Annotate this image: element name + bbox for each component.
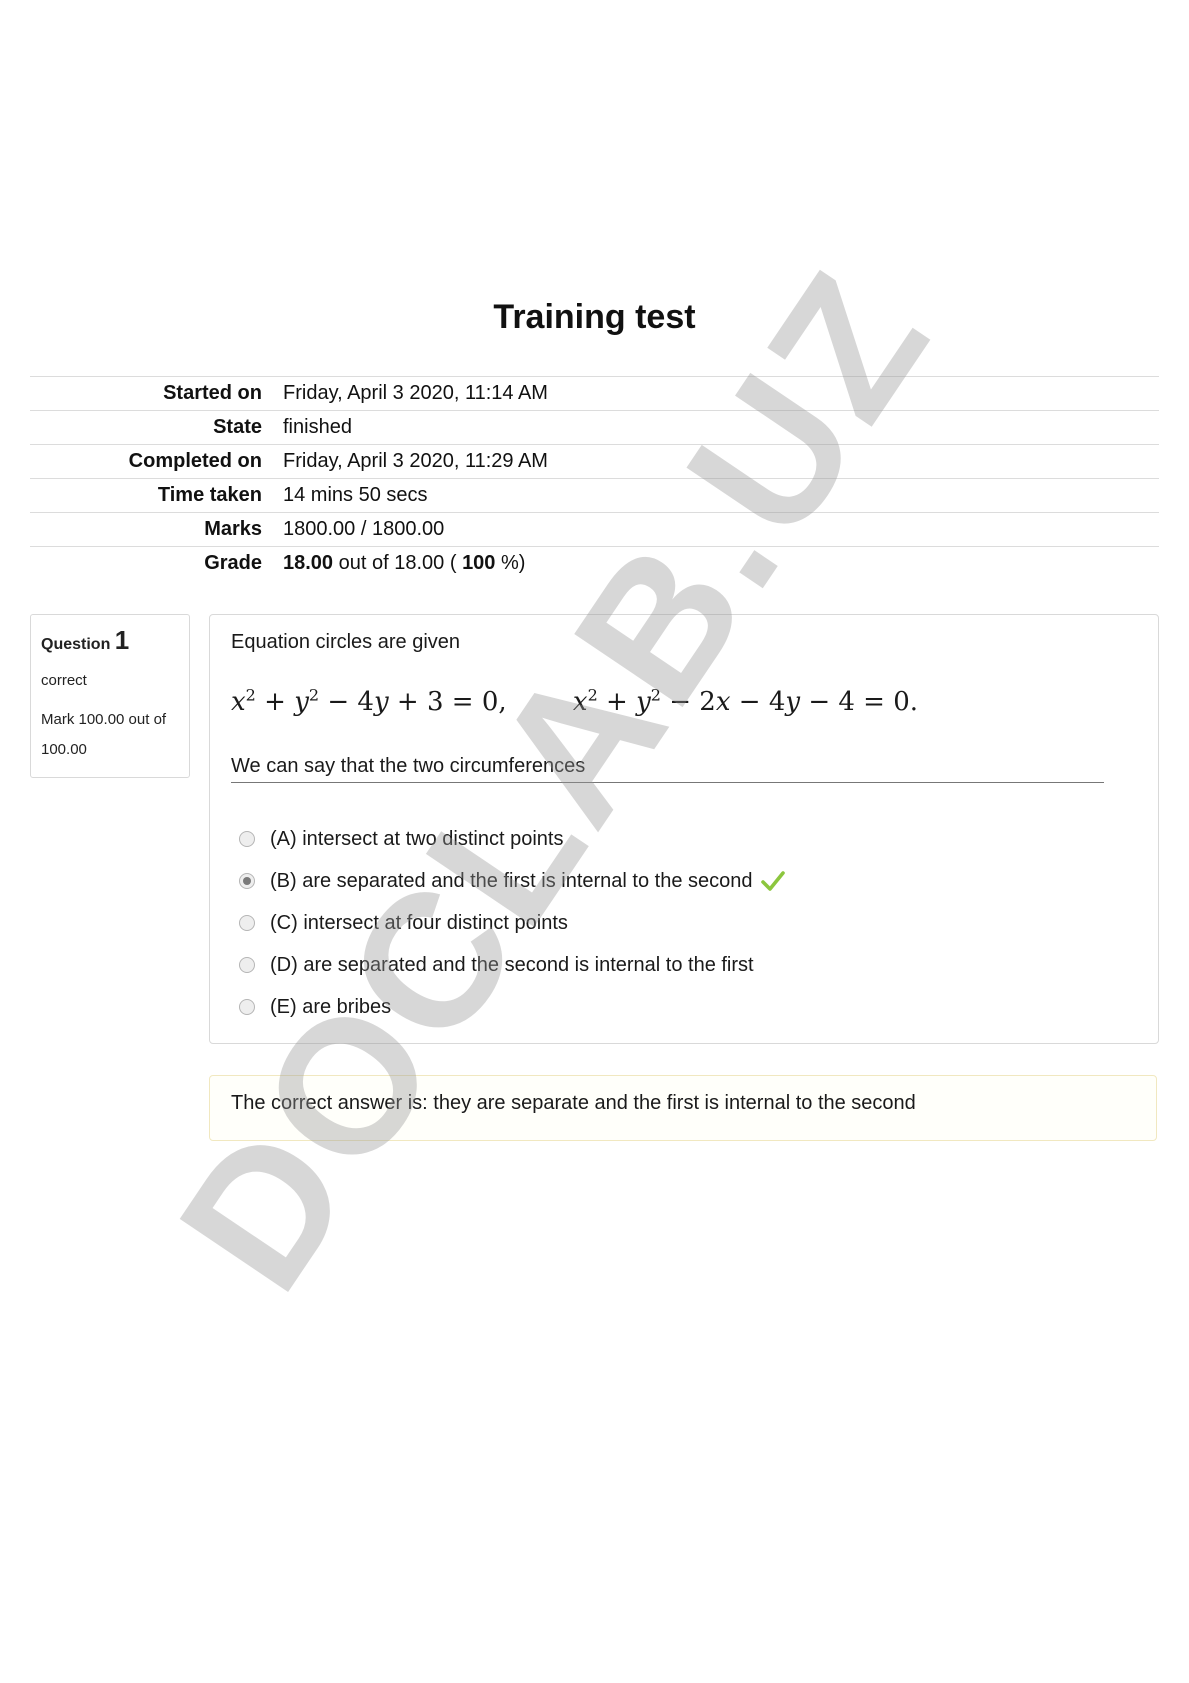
check-icon [760,870,785,892]
summary-row-time-taken: Time taken 14 mins 50 secs [30,478,1159,513]
summary-row-started: Started on Friday, April 3 2020, 11:14 A… [30,376,1159,411]
grade-value: 18.00 out of 18.00 ( 100 %) [283,547,1159,581]
question-number-value: 1 [114,625,130,655]
summary-label: Completed on [128,450,262,472]
summary-value: Friday, April 3 2020, 11:14 AM [283,382,548,404]
answer-label: (A) intersect at two distinct points [270,827,564,850]
answer-label: (D) are separated and the second is inte… [270,953,754,976]
summary-label: State [213,416,262,438]
summary-label: Marks [204,518,262,540]
equation-first-circle: x2 + y2 − 4y + 3 = 0, [231,685,507,717]
question-state: correct [41,672,87,689]
attempt-summary-table: Started on Friday, April 3 2020, 11:14 A… [30,376,1159,580]
summary-row-state: State finished [30,410,1159,445]
question-content-panel: Equation circles are given x2 + y2 − 4y … [209,614,1159,1044]
equation-second-circle: x2 + y2 − 2x − 4y − 4 = 0. [572,685,919,717]
question-subtext: We can say that the two circumferences [231,755,1104,783]
summary-row-marks: Marks 1800.00 / 1800.00 [30,512,1159,547]
answer-label: (E) are bribes [270,995,392,1018]
equation-formula: x2 + y2 − 4y + 3 = 0, x2 + y2 − 2x − 4y … [231,685,918,717]
correct-answer-feedback: The correct answer is: they are separate… [209,1075,1157,1141]
answer-label: (B) are separated and the first is inter… [270,869,753,892]
grade-percent-suffix: %) [501,552,526,574]
summary-value: finished [283,416,352,438]
question-number: Question 1 [41,625,179,656]
radio-button[interactable] [239,999,255,1015]
question-mark: Mark 100.00 out of 100.00 [41,711,167,758]
summary-row-completed: Completed on Friday, April 3 2020, 11:29… [30,444,1159,479]
answer-option-b[interactable]: (B) are separated and the first is inter… [239,860,785,902]
radio-button[interactable] [239,915,255,931]
summary-label: Started on [163,382,262,404]
feedback-text: The correct answer is: they are separate… [231,1092,916,1114]
answer-option-e[interactable]: (E) are bribes [239,986,785,1028]
grade-out-of: out of 18.00 ( [338,552,457,574]
summary-value: 14 mins 50 secs [283,484,428,506]
summary-row-grade: Grade 18.00 out of 18.00 ( 100 %) [30,546,1159,581]
answer-option-c[interactable]: (C) intersect at four distinct points [239,902,785,944]
radio-button[interactable] [239,957,255,973]
summary-value: Friday, April 3 2020, 11:29 AM [283,450,548,472]
answer-option-d[interactable]: (D) are separated and the second is inte… [239,944,785,986]
answer-options: (A) intersect at two distinct points (B)… [239,818,785,1028]
summary-value: 1800.00 / 1800.00 [283,518,445,540]
grade-percent: 100 [462,552,496,574]
radio-button[interactable] [239,831,255,847]
question-text: Equation circles are given [231,631,461,653]
summary-label: Time taken [157,484,262,506]
answer-option-a[interactable]: (A) intersect at two distinct points [239,818,785,860]
radio-dot [243,877,251,885]
question-info-panel: Question 1 correct Mark 100.00 out of 10… [30,614,190,778]
page-title: Training test [493,298,696,336]
radio-button-selected[interactable] [239,873,255,889]
summary-label: Grade [204,552,262,574]
grade-score: 18.00 [283,552,334,574]
answer-label: (C) intersect at four distinct points [270,911,568,934]
question-label: Question [41,636,111,653]
